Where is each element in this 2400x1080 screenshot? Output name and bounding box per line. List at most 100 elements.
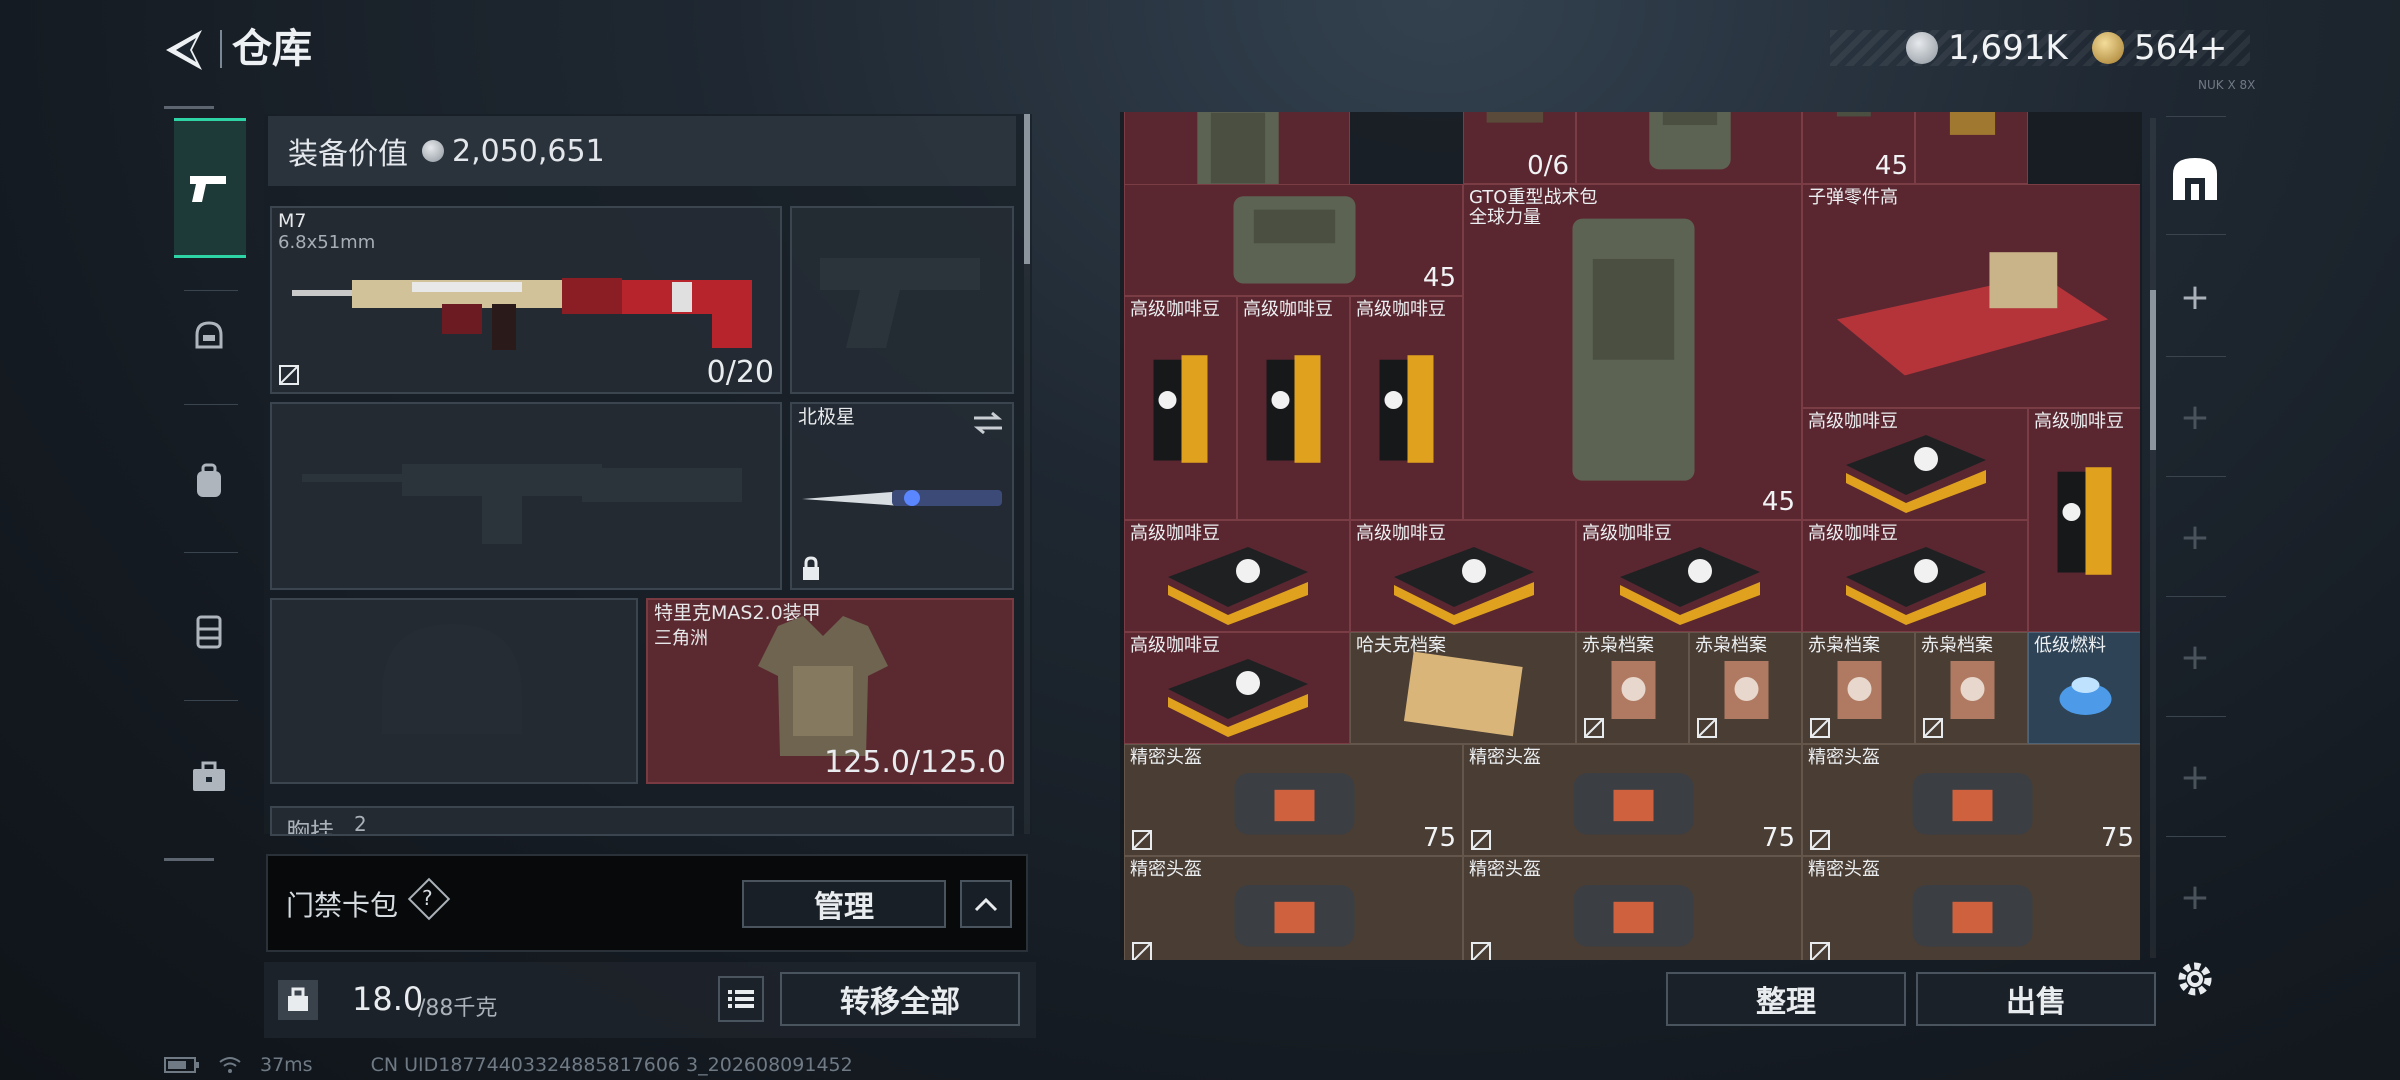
armor-subtitle: 三角洲 — [654, 628, 708, 649]
stash-item-bag[interactable]: 精密头盔 — [1124, 855, 1463, 960]
stash-item-file[interactable]: 赤枭档案 — [1576, 631, 1689, 744]
add-stash-tab-button[interactable]: + — [2160, 862, 2230, 932]
currency-gold[interactable]: 564+ — [2092, 26, 2227, 70]
item-label: 精密头盔 — [1469, 858, 1541, 880]
stash-item-bag[interactable]: 精密头盔 — [1463, 855, 1802, 960]
stash-item-ammo-box[interactable]: 子弹零件高 — [1802, 183, 2140, 408]
stash-item-file[interactable]: 赤枭档案 — [1915, 631, 2028, 744]
stash-item-revolver[interactable]: 0/6 — [1463, 112, 1576, 184]
sort-button[interactable]: 整理 — [1666, 972, 1906, 1026]
stash-item-fuel[interactable]: 低级燃料 — [2028, 631, 2140, 744]
item-label: 赤枭档案 — [1921, 634, 1993, 656]
armor-durability: 125.0/125.0 — [824, 745, 1006, 780]
stash-item-coffee[interactable]: 高级咖啡豆 — [2028, 407, 2140, 632]
stash-item-coffee-flat[interactable]: 高级咖啡豆 — [1576, 519, 1802, 632]
helmet-icon — [195, 321, 223, 349]
currency-silver[interactable]: 1,691K — [1906, 26, 2068, 70]
item-label: GTO重型战术包 — [1469, 186, 1598, 208]
swap-icon[interactable] — [972, 410, 1004, 436]
melee-slot[interactable]: 北极星 — [790, 402, 1014, 590]
back-button[interactable] — [162, 26, 210, 74]
stash-scrollbar[interactable] — [2150, 118, 2156, 958]
stash-item-coffee[interactable]: 高级咖啡豆 — [1237, 295, 1350, 520]
silver-coin-icon — [1906, 32, 1938, 64]
rail-tab-backpack[interactable] — [174, 446, 244, 516]
no-trade-icon — [1132, 941, 1152, 960]
stash-item-coffee-flat[interactable]: 高级咖啡豆 — [1802, 519, 2028, 632]
stash-item-coffee[interactable]: 高级咖啡豆 — [1124, 295, 1237, 520]
stash-item-bag[interactable]: 精密头盔 — [1802, 855, 2140, 960]
stash-item-coffee-flat[interactable]: 高级咖啡豆 — [1124, 519, 1350, 632]
item-label: 高级咖啡豆 — [1130, 634, 1220, 656]
item-label: 子弹零件高 — [1808, 186, 1898, 208]
item-label: 高级咖啡豆 — [1582, 522, 1672, 544]
list-view-button[interactable] — [718, 976, 764, 1022]
chest-rig-count: 2 — [354, 812, 367, 836]
stash-item-file[interactable]: 赤枭档案 — [1802, 631, 1915, 744]
primary-weapon-slot[interactable]: M7 6.8x51mm 0/20 — [270, 206, 782, 394]
item-label: 高级咖啡豆 — [2034, 410, 2124, 432]
melee-name: 北极星 — [798, 406, 856, 428]
stash-item-coffee-flat[interactable]: 高级咖啡豆 — [1124, 631, 1350, 744]
no-trade-icon — [1810, 717, 1830, 738]
item-label: 精密头盔 — [1808, 858, 1880, 880]
coffee-image — [2057, 466, 2112, 575]
chest-rig-slot[interactable]: 胸挂 2 — [270, 806, 1014, 836]
stash-item-ammo[interactable] — [1915, 112, 2028, 184]
rail-tab-rig[interactable] — [174, 596, 244, 666]
item-label: 精密头盔 — [1808, 746, 1880, 768]
stash-item-bag[interactable]: 精密头盔 75 — [1124, 743, 1463, 856]
no-trade-icon — [1810, 829, 1830, 850]
sell-button[interactable]: 出售 — [1916, 972, 2156, 1026]
no-trade-icon — [1810, 941, 1830, 960]
add-stash-tab-button[interactable]: + — [2160, 622, 2230, 692]
backpack-image — [1572, 218, 1695, 481]
item-label: 低级燃料 — [2034, 634, 2106, 656]
kettlebell-icon — [288, 987, 308, 1011]
add-stash-tab-button[interactable]: + — [2160, 382, 2230, 452]
title-separator — [220, 30, 222, 68]
stash-item-coffee[interactable]: 高级咖啡豆 — [1350, 295, 1463, 520]
transfer-all-button[interactable]: 转移全部 — [780, 972, 1020, 1026]
sidearm-slot[interactable] — [790, 206, 1014, 394]
rail-tab-weapons[interactable] — [174, 153, 244, 223]
helmet-placeholder-icon — [382, 624, 522, 734]
add-stash-tab-button[interactable]: + — [2160, 502, 2230, 572]
pistol-icon — [190, 176, 226, 202]
armor-slot[interactable]: 特里克MAS2.0装甲 三角洲 125.0/125.0 — [646, 598, 1014, 784]
stash-item-file[interactable]: 赤枭档案 — [1689, 631, 1802, 744]
stash-scrollbar-thumb[interactable] — [2150, 290, 2156, 450]
stash-item-folder[interactable]: 哈夫克档案 — [1350, 631, 1576, 744]
item-sublabel: 全球力量 — [1469, 206, 1541, 228]
chest-rig-label: 胸挂 — [286, 818, 334, 836]
item-label: 高级咖啡豆 — [1243, 298, 1333, 320]
item-count: 75 — [2100, 822, 2134, 853]
stash-item-bag[interactable]: 精密头盔 75 — [1802, 743, 2140, 856]
card-bag-label: 门禁卡包 — [286, 889, 399, 922]
rail-stash-main[interactable] — [2160, 144, 2230, 214]
stash-item-counter[interactable]: 45 — [1802, 112, 1915, 184]
rail-separator — [184, 700, 238, 701]
rail-tab-case[interactable] — [174, 742, 244, 812]
rail-separator — [184, 404, 238, 405]
stash-item-backpack[interactable]: GTO重型战术包 全球力量 45 — [1463, 183, 1802, 520]
no-trade-icon — [279, 365, 299, 385]
rail-top-line — [164, 106, 214, 109]
helmet-slot[interactable] — [270, 598, 638, 784]
left-scrollbar-thumb[interactable] — [1024, 114, 1030, 264]
stash-item-backpack[interactable] — [1576, 112, 1802, 184]
stash-item-coffee-flat[interactable]: 高级咖啡豆 — [1350, 519, 1576, 632]
rail-tab-helmet[interactable] — [174, 302, 244, 372]
add-stash-tab-button[interactable]: + — [2160, 262, 2230, 332]
stash-item-bag[interactable]: 精密头盔 75 — [1463, 743, 1802, 856]
stash-item-coffee-flat[interactable]: 高级咖啡豆 — [1802, 407, 2028, 520]
manage-button[interactable]: 管理 — [742, 880, 946, 928]
weight-icon — [278, 980, 318, 1020]
item-label: 高级咖啡豆 — [1356, 298, 1446, 320]
add-stash-tab-button[interactable]: + — [2160, 742, 2230, 812]
stash-item-backpack[interactable]: 45 — [1124, 183, 1463, 296]
secondary-weapon-slot[interactable] — [270, 402, 782, 590]
settings-button[interactable] — [2160, 944, 2230, 1014]
equipment-value-bar: 装备价值 2,050,651 — [268, 116, 1016, 186]
collapse-button[interactable] — [960, 880, 1012, 928]
